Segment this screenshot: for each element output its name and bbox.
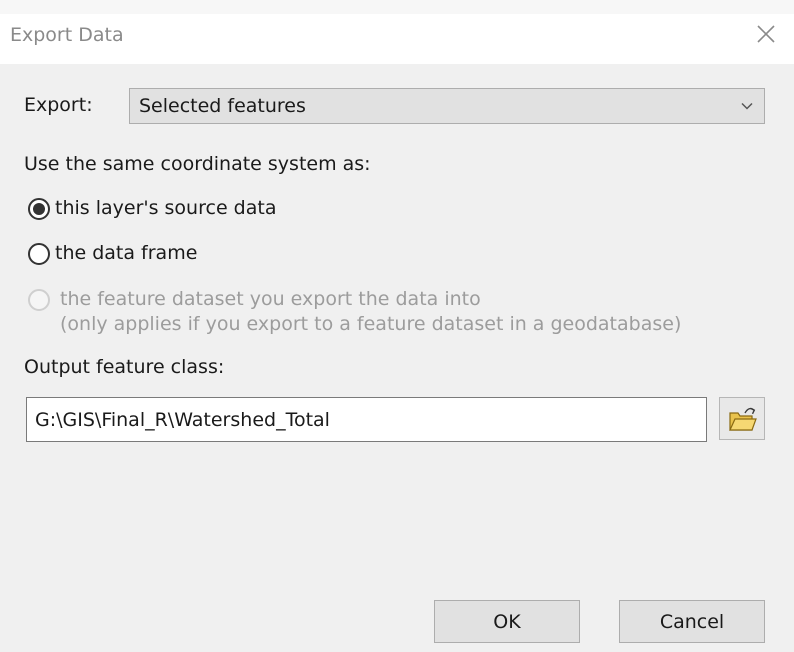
export-label: Export: bbox=[24, 94, 93, 116]
output-path-input[interactable]: G:\GIS\Final_R\Watershed_Total bbox=[26, 397, 707, 442]
title-bar: Export Data bbox=[0, 14, 794, 64]
output-path-value: G:\GIS\Final_R\Watershed_Total bbox=[35, 409, 330, 431]
radio-source-data[interactable] bbox=[28, 198, 50, 220]
radio-feature-dataset-note: (only applies if you export to a feature… bbox=[60, 313, 682, 335]
export-data-dialog: Export Data Export: Selected features Us… bbox=[0, 0, 794, 652]
export-dropdown-value: Selected features bbox=[139, 95, 306, 117]
export-dropdown[interactable]: Selected features bbox=[129, 88, 765, 124]
ok-button[interactable]: OK bbox=[434, 600, 580, 643]
coordinate-system-heading: Use the same coordinate system as: bbox=[24, 153, 371, 175]
open-folder-icon bbox=[729, 407, 757, 431]
radio-source-data-label[interactable]: this layer's source data bbox=[55, 197, 276, 219]
close-button[interactable] bbox=[752, 20, 780, 48]
output-feature-class-label: Output feature class: bbox=[24, 356, 225, 378]
browse-button[interactable] bbox=[719, 397, 765, 440]
cancel-button[interactable]: Cancel bbox=[619, 600, 765, 643]
window-title: Export Data bbox=[10, 24, 124, 46]
radio-feature-dataset-label: the feature dataset you export the data … bbox=[60, 288, 481, 310]
radio-data-frame-label[interactable]: the data frame bbox=[55, 242, 197, 264]
radio-feature-dataset bbox=[28, 289, 50, 311]
radio-data-frame[interactable] bbox=[28, 243, 50, 265]
chevron-down-icon bbox=[741, 102, 753, 110]
background-strip bbox=[0, 0, 794, 14]
close-icon bbox=[757, 25, 775, 43]
